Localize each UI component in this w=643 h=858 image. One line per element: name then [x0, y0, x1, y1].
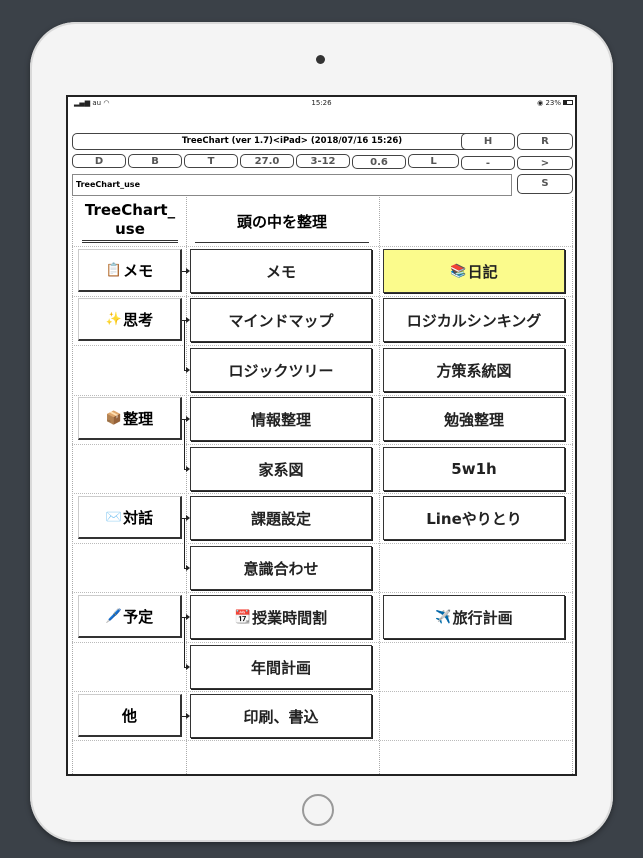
- books-icon: 📚: [450, 263, 467, 279]
- r-button[interactable]: R: [517, 133, 573, 150]
- node-travel-plan[interactable]: ✈️ 旅行計画: [383, 595, 565, 639]
- tree-chart: TreeChart_ use 頭の中を整理 📋 メモ メモ 📚 日記 ✨ 思考 マインド…: [72, 197, 573, 774]
- node-info-organize[interactable]: 情報整理: [190, 397, 372, 441]
- home-button[interactable]: [302, 794, 334, 826]
- node-yearly-plan[interactable]: 年間計画: [190, 645, 372, 689]
- node-memo[interactable]: メモ: [190, 249, 372, 293]
- ratio-button[interactable]: 0.6: [352, 155, 406, 169]
- connector-arrow: [186, 614, 190, 620]
- status-bar: ▂▄▆ au ◠ 15:26 ◉ 23%: [68, 97, 575, 109]
- category-thinking[interactable]: ✨ 思考: [78, 298, 182, 341]
- chart-name-field[interactable]: TreeChart_use: [72, 174, 512, 196]
- next-button[interactable]: >: [517, 156, 573, 170]
- node-logic-tree[interactable]: ロジックツリー: [190, 348, 372, 392]
- connector-arrow: [186, 515, 190, 521]
- node-policy-diagram[interactable]: 方策系統図: [383, 348, 565, 392]
- node-line-chat[interactable]: Lineやりとり: [383, 496, 565, 540]
- camera: [316, 55, 325, 64]
- clipboard-icon: 📋: [105, 262, 123, 278]
- category-memo[interactable]: 📋 メモ: [78, 249, 182, 292]
- node-5w1h[interactable]: 5w1h: [383, 447, 565, 491]
- sparkles-icon: ✨: [105, 311, 123, 327]
- minus-button[interactable]: -: [461, 156, 515, 170]
- d-button[interactable]: D: [72, 154, 126, 168]
- rotation-lock-icon: ◉: [537, 99, 544, 107]
- connector-arrow: [186, 317, 190, 323]
- category-other[interactable]: 他: [78, 694, 182, 737]
- clock: 15:26: [311, 99, 332, 107]
- category-dialogue[interactable]: ✉️ 対話: [78, 496, 182, 539]
- range-button[interactable]: 3-12: [296, 154, 350, 168]
- connector-arrow: [186, 565, 190, 571]
- h-button[interactable]: H: [461, 133, 515, 150]
- l-button[interactable]: L: [408, 154, 459, 168]
- package-icon: 📦: [105, 410, 123, 426]
- airplane-icon: ✈️: [435, 609, 452, 625]
- connector-arrow: [186, 664, 190, 670]
- b-button[interactable]: B: [128, 154, 182, 168]
- calendar-icon: 📆: [234, 609, 252, 625]
- connector-arrow: [186, 466, 190, 472]
- node-issue-setting[interactable]: 課題設定: [190, 496, 372, 540]
- connector-arrow: [186, 416, 190, 422]
- node-mindmap[interactable]: マインドマップ: [190, 298, 372, 342]
- category-schedule[interactable]: 🖊️ 予定: [78, 595, 182, 638]
- pen-icon: 🖊️: [105, 608, 123, 624]
- node-diary[interactable]: 📚 日記: [383, 249, 565, 293]
- ipad-frame: ▂▄▆ au ◠ 15:26 ◉ 23% TreeChart (ver 1.7)…: [30, 22, 613, 842]
- node-study-organize[interactable]: 勉強整理: [383, 397, 565, 441]
- node-logical-thinking[interactable]: ロジカルシンキング: [383, 298, 565, 342]
- root-topic[interactable]: 頭の中を整理: [191, 197, 373, 245]
- root-title[interactable]: TreeChart_ use: [78, 197, 182, 245]
- node-print-write[interactable]: 印刷、書込: [190, 694, 372, 738]
- title-bar[interactable]: TreeChart (ver 1.7)<iPad> (2018/07/16 15…: [72, 133, 512, 150]
- connector-arrow: [186, 268, 190, 274]
- node-family-tree[interactable]: 家系図: [190, 447, 372, 491]
- envelope-icon: ✉️: [105, 509, 123, 525]
- node-alignment[interactable]: 意識合わせ: [190, 546, 372, 590]
- battery-label: ◉ 23%: [537, 99, 561, 107]
- connector-arrow: [186, 367, 190, 373]
- battery-icon: [563, 100, 573, 105]
- category-organize[interactable]: 📦 整理: [78, 397, 182, 440]
- s-button[interactable]: S: [517, 174, 573, 194]
- size-button[interactable]: 27.0: [240, 154, 294, 168]
- connector-arrow: [186, 713, 190, 719]
- app-screen: ▂▄▆ au ◠ 15:26 ◉ 23% TreeChart (ver 1.7)…: [66, 95, 577, 776]
- t-button[interactable]: T: [184, 154, 238, 168]
- node-timetable[interactable]: 📆 授業時間割: [190, 595, 372, 639]
